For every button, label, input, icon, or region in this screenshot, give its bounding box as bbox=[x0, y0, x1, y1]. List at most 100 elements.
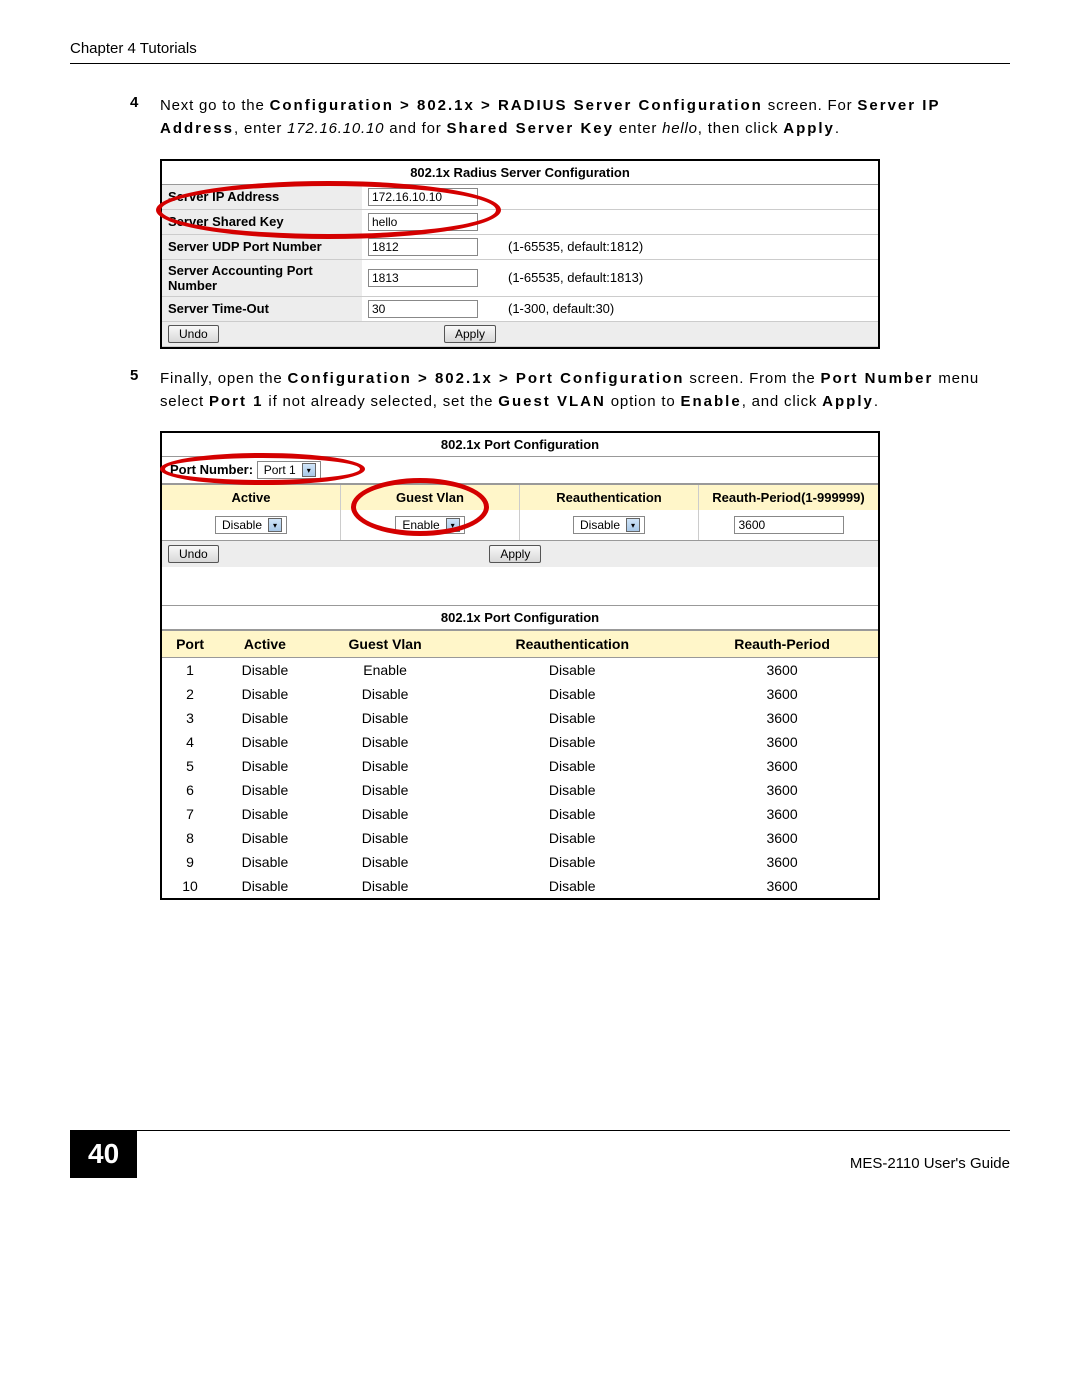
cell-guest: Disable bbox=[312, 730, 459, 754]
cell-port: 5 bbox=[162, 754, 218, 778]
cell-port: 2 bbox=[162, 682, 218, 706]
table-row: 7DisableDisableDisable3600 bbox=[162, 802, 878, 826]
status-h-guest: Guest Vlan bbox=[312, 631, 459, 658]
port-number-select[interactable]: Port 1 ▾ bbox=[257, 461, 321, 479]
port-undo-button[interactable]: Undo bbox=[168, 545, 219, 563]
field-ref: Shared Server Key bbox=[447, 120, 614, 137]
cell-reauth: Disable bbox=[458, 706, 686, 730]
page-number: 40 bbox=[70, 1130, 137, 1178]
cell-port: 4 bbox=[162, 730, 218, 754]
port-status-title: 802.1x Port Configuration bbox=[162, 605, 878, 630]
field-ref: Port Number bbox=[821, 370, 934, 387]
cell-guest: Disable bbox=[312, 826, 459, 850]
nav-path: Configuration > 802.1x > Port Configurat… bbox=[288, 370, 685, 387]
cell-guest: Disable bbox=[312, 754, 459, 778]
value-ref: hello bbox=[662, 120, 698, 137]
radius-apply-button[interactable]: Apply bbox=[444, 325, 496, 343]
port-config-screenshot: 802.1x Port Configuration Port Number: P… bbox=[160, 431, 880, 900]
cell-guest: Enable bbox=[312, 658, 459, 683]
step-4: 4 Next go to the Configuration > 802.1x … bbox=[130, 94, 1010, 141]
server-acc-input[interactable]: 1813 bbox=[368, 269, 478, 287]
cell-active: Disable bbox=[218, 682, 312, 706]
cell-guest: Disable bbox=[312, 802, 459, 826]
value-ref: Port 1 bbox=[209, 393, 264, 410]
value-ref: Enable bbox=[681, 393, 742, 410]
cell-port: 1 bbox=[162, 658, 218, 683]
text: screen. From the bbox=[684, 370, 820, 387]
cell-reauth: Disable bbox=[458, 826, 686, 850]
server-timeout-input[interactable]: 30 bbox=[368, 300, 478, 318]
text: , then click bbox=[698, 120, 783, 137]
col-period-header: Reauth-Period(1-999999) bbox=[699, 485, 878, 510]
cell-period: 3600 bbox=[686, 658, 878, 683]
cell-guest: Disable bbox=[312, 682, 459, 706]
port-number-value: Port 1 bbox=[264, 463, 296, 477]
server-ip-input[interactable]: 172.16.10.10 bbox=[368, 188, 478, 206]
cell-active: Disable bbox=[218, 658, 312, 683]
port-apply-button[interactable]: Apply bbox=[489, 545, 541, 563]
chevron-down-icon: ▾ bbox=[268, 518, 282, 532]
table-row: 4DisableDisableDisable3600 bbox=[162, 730, 878, 754]
status-h-port: Port bbox=[162, 631, 218, 658]
status-h-reauth: Reauthentication bbox=[458, 631, 686, 658]
cell-reauth: Disable bbox=[458, 874, 686, 898]
server-key-input[interactable]: hello bbox=[368, 213, 478, 231]
cell-period: 3600 bbox=[686, 850, 878, 874]
port-status-table: Port Active Guest Vlan Reauthentication … bbox=[162, 630, 878, 898]
table-row: 1DisableEnableDisable3600 bbox=[162, 658, 878, 683]
cell-active: Disable bbox=[218, 826, 312, 850]
guest-vlan-select[interactable]: Enable ▾ bbox=[395, 516, 464, 534]
col-active-header: Active bbox=[162, 485, 341, 510]
cell-port: 8 bbox=[162, 826, 218, 850]
cell-reauth: Disable bbox=[458, 778, 686, 802]
cell-port: 6 bbox=[162, 778, 218, 802]
cell-port: 9 bbox=[162, 850, 218, 874]
step-4-number: 4 bbox=[130, 94, 160, 141]
reauth-period-input[interactable] bbox=[734, 516, 844, 534]
cell-port: 3 bbox=[162, 706, 218, 730]
nav-path: Configuration > 802.1x > RADIUS Server C… bbox=[270, 97, 763, 114]
radius-undo-button[interactable]: Undo bbox=[168, 325, 219, 343]
field-ref: Guest VLAN bbox=[498, 393, 606, 410]
value-ref: 172.16.10.10 bbox=[287, 120, 384, 137]
server-key-label: Server Shared Key bbox=[162, 209, 362, 234]
cell-guest: Disable bbox=[312, 778, 459, 802]
cell-guest: Disable bbox=[312, 706, 459, 730]
cell-active: Disable bbox=[218, 802, 312, 826]
table-row: 8DisableDisableDisable3600 bbox=[162, 826, 878, 850]
cell-reauth: Disable bbox=[458, 802, 686, 826]
cell-period: 3600 bbox=[686, 730, 878, 754]
col-reauth-header: Reauthentication bbox=[520, 485, 699, 510]
table-row: 2DisableDisableDisable3600 bbox=[162, 682, 878, 706]
chevron-down-icon: ▾ bbox=[626, 518, 640, 532]
text: . bbox=[874, 393, 879, 410]
text: . bbox=[835, 120, 840, 137]
table-row: 6DisableDisableDisable3600 bbox=[162, 778, 878, 802]
cell-active: Disable bbox=[218, 730, 312, 754]
cell-active: Disable bbox=[218, 778, 312, 802]
cell-port: 10 bbox=[162, 874, 218, 898]
server-udp-hint: (1-65535, default:1812) bbox=[502, 234, 878, 259]
cell-active: Disable bbox=[218, 754, 312, 778]
server-timeout-hint: (1-300, default:30) bbox=[502, 296, 878, 321]
active-select[interactable]: Disable ▾ bbox=[215, 516, 287, 534]
cell-port: 7 bbox=[162, 802, 218, 826]
server-udp-input[interactable]: 1812 bbox=[368, 238, 478, 256]
cell-active: Disable bbox=[218, 706, 312, 730]
cell-reauth: Disable bbox=[458, 850, 686, 874]
chevron-down-icon: ▾ bbox=[446, 518, 460, 532]
cell-active: Disable bbox=[218, 874, 312, 898]
chapter-title: Chapter 4 Tutorials bbox=[70, 40, 197, 57]
text: if not already selected, set the bbox=[263, 393, 498, 410]
step-4-body: Next go to the Configuration > 802.1x > … bbox=[160, 94, 1010, 141]
cell-active: Disable bbox=[218, 850, 312, 874]
text: Finally, open the bbox=[160, 370, 288, 387]
server-acc-hint: (1-65535, default:1813) bbox=[502, 259, 878, 296]
text: Next go to the bbox=[160, 97, 270, 114]
table-row: 9DisableDisableDisable3600 bbox=[162, 850, 878, 874]
reauth-select[interactable]: Disable ▾ bbox=[573, 516, 645, 534]
guest-vlan-value: Enable bbox=[402, 518, 439, 532]
server-udp-label: Server UDP Port Number bbox=[162, 234, 362, 259]
text: screen. For bbox=[763, 97, 858, 114]
page-header: Chapter 4 Tutorials bbox=[70, 40, 1010, 64]
